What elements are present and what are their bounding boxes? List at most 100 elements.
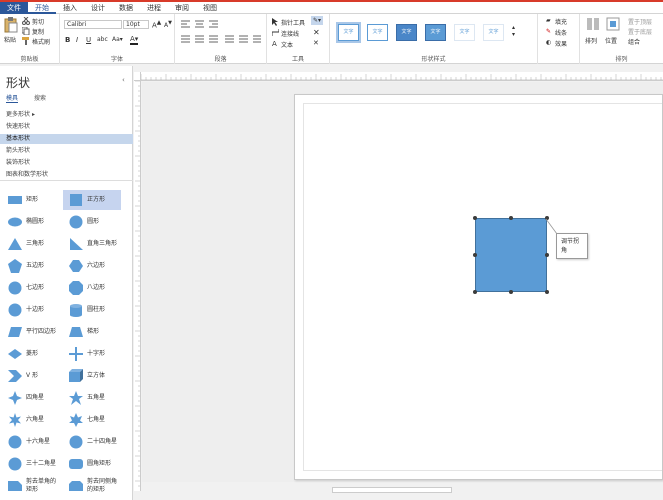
stencil-more-shapes[interactable]: 更多形状 ▸ [0, 110, 133, 120]
star-6-icon [9, 413, 21, 427]
cut-button[interactable]: 剪切 [32, 17, 44, 26]
clipboard-group: 粘贴 剪切 复制 格式刷 剪贴板 [0, 14, 60, 64]
shape-cylinder[interactable]: 圆柱形 [63, 300, 121, 320]
drawing-canvas[interactable] [142, 82, 663, 482]
horizontal-scrollbar[interactable] [142, 486, 663, 494]
style-swatch-5[interactable]: 文字 [454, 24, 475, 41]
style-swatch-4[interactable]: 文字 [425, 24, 446, 41]
scroll-thumb[interactable] [332, 487, 452, 493]
bring-to-front-button[interactable]: 置于顶层 [628, 17, 652, 26]
strikethrough-icon[interactable]: abc [97, 36, 108, 43]
style-swatch-2[interactable]: 文字 [367, 24, 388, 41]
format-painter-button[interactable]: 格式刷 [32, 37, 50, 46]
shape-octagon[interactable]: 八边形 [63, 278, 121, 298]
paragraph-align-icons[interactable] [181, 20, 261, 46]
shape-6-point-star[interactable]: 六角星 [2, 410, 60, 430]
fill-button[interactable]: 填充 [555, 17, 567, 26]
tab-search[interactable]: 搜索 [34, 93, 46, 102]
shape-4-point-star[interactable]: 四角星 [2, 388, 60, 408]
cube-icon [69, 369, 83, 382]
line-button[interactable]: 线条 [555, 28, 567, 37]
styles-scroll-icon[interactable]: ▴ ▾ [512, 24, 515, 38]
shape-rectangle[interactable]: 矩形 [2, 190, 60, 210]
resize-handle-right[interactable] [545, 253, 549, 257]
shape-24-point-star[interactable]: 二十四角星 [63, 432, 121, 452]
shape-ellipse[interactable]: 椭圆形 [2, 212, 60, 232]
canvas-square-shape[interactable] [475, 218, 547, 292]
stencil-arrow-shapes[interactable]: 箭头形状 [0, 146, 133, 156]
shape-5-point-star[interactable]: 五角星 [63, 388, 121, 408]
style-swatch-6[interactable]: 文字 [483, 24, 504, 41]
shape-rounded-rectangle[interactable]: 圆角矩形 [63, 454, 121, 474]
tab-home[interactable]: 开始 [28, 2, 56, 14]
shape-32-point-star[interactable]: 三十二角星 [2, 454, 60, 474]
style-swatch-1[interactable]: 文字 [336, 22, 361, 43]
shape-cube[interactable]: 立方体 [63, 366, 121, 386]
format-group: ▰ 填充 ✎ 线条 ◐ 效果 [538, 14, 580, 64]
text-tool-button[interactable]: 文本 [281, 40, 293, 49]
stencil-quick-shapes[interactable]: 快速形状 [0, 122, 133, 132]
shape-decagon[interactable]: 十边形 [2, 300, 60, 320]
paste-icon[interactable] [4, 17, 18, 33]
font-name-select[interactable]: Calibri [64, 20, 122, 29]
close-x-icon[interactable]: ✕ [313, 28, 320, 37]
shape-pentagon[interactable]: 五边形 [2, 256, 60, 276]
resize-handle-bottom-left[interactable] [473, 290, 477, 294]
tab-review[interactable]: 审阅 [168, 2, 196, 14]
shape-triangle[interactable]: 三角形 [2, 234, 60, 254]
group-button[interactable]: 组合 [628, 37, 640, 46]
shape-7-point-star[interactable]: 七角星 [63, 410, 121, 430]
underline-icon[interactable]: U [86, 36, 91, 44]
tab-insert[interactable]: 插入 [56, 2, 84, 14]
shape-cross[interactable]: 十字形 [63, 344, 121, 364]
tab-file[interactable]: 文件 [0, 1, 28, 14]
shape-circle[interactable]: 圆形 [63, 212, 121, 232]
tab-process[interactable]: 进程 [140, 2, 168, 14]
stencil-basic-shapes[interactable]: 基本形状 [0, 134, 133, 144]
pointer-tool-button[interactable]: 指针工具 [281, 18, 305, 27]
shape-diamond[interactable]: 菱形 [2, 344, 60, 364]
paste-button[interactable]: 粘贴 [4, 35, 16, 44]
stencil-chart-math-shapes[interactable]: 图表和数学形状 [0, 170, 133, 180]
resize-handle-bottom-right[interactable] [545, 290, 549, 294]
shape-heptagon[interactable]: 七边形 [2, 278, 60, 298]
tab-view[interactable]: 视图 [196, 2, 224, 14]
resize-handle-left[interactable] [473, 253, 477, 257]
shape-right-triangle[interactable]: 直角三角形 [63, 234, 121, 254]
position-button[interactable]: 位置 [605, 36, 617, 45]
shape-16-point-star[interactable]: 十六角星 [2, 432, 60, 452]
resize-handle-top[interactable] [509, 216, 513, 220]
grow-font-icon[interactable]: A▲ [152, 20, 161, 29]
shape-parallelogram[interactable]: 平行四边形 [2, 322, 60, 342]
shrink-font-icon[interactable]: A▼ [164, 20, 172, 29]
pencil-icon[interactable]: ✎▾ [311, 16, 324, 25]
connection-point-icon[interactable]: ✕ [313, 39, 319, 47]
italic-icon[interactable]: I [76, 36, 78, 44]
font-group-label: 字体 [110, 56, 123, 63]
shape-trapezoid[interactable]: 梯形 [63, 322, 121, 342]
effects-button[interactable]: 效果 [555, 39, 567, 48]
tab-stencils[interactable]: 模具 [6, 93, 19, 103]
shape-snip-single-corner-rectangle[interactable]: 剪去单角的矩形 [2, 476, 60, 496]
copy-button[interactable]: 复制 [32, 27, 44, 36]
change-case-icon[interactable]: Aa▾ [112, 36, 123, 43]
stencil-decorative-shapes[interactable]: 装饰形状 [0, 158, 133, 168]
arrange-button[interactable]: 排列 [585, 36, 597, 45]
connector-tool-button[interactable]: 连接线 [281, 29, 299, 38]
send-to-back-button[interactable]: 置于底层 [628, 27, 652, 36]
collapse-pane-icon[interactable]: ‹ [122, 76, 125, 84]
resize-handle-top-left[interactable] [473, 216, 477, 220]
vertical-ruler [134, 81, 141, 491]
shape-square[interactable]: 正方形 [63, 190, 121, 210]
style-swatch-3[interactable]: 文字 [396, 24, 417, 41]
font-color-icon[interactable]: A▾ [130, 35, 139, 45]
line-icon: ✎ [546, 28, 552, 35]
shape-snip-same-side-rectangle[interactable]: 剪去同侧角的矩形 [63, 476, 121, 496]
font-size-select[interactable]: 10pt [123, 20, 149, 29]
tab-data[interactable]: 数据 [112, 2, 140, 14]
shape-chevron[interactable]: V 形 [2, 366, 60, 386]
shape-hexagon[interactable]: 六边形 [63, 256, 121, 276]
tab-design[interactable]: 设计 [84, 2, 112, 14]
resize-handle-bottom[interactable] [509, 290, 513, 294]
bold-icon[interactable]: B [65, 36, 70, 44]
